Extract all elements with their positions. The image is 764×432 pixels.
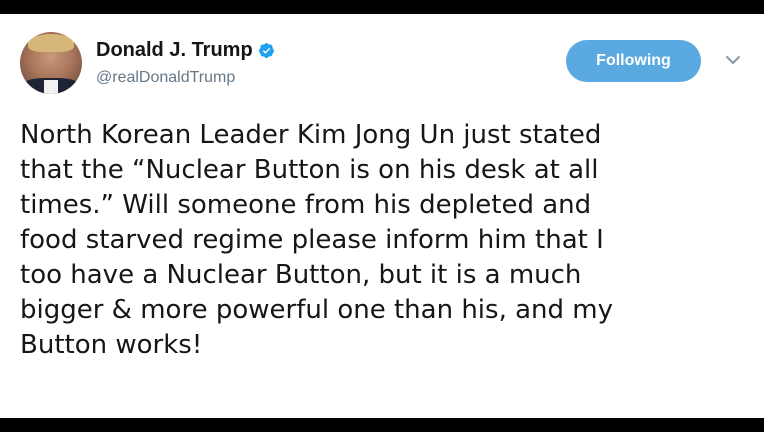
tweet-text-line: food starved regime please inform him th… [20,225,604,255]
author-display-name[interactable]: Donald J. Trump [96,38,253,62]
tweet-text-line: North Korean Leader Kim Jong Un just sta… [20,120,602,150]
verified-badge-icon [258,42,274,58]
avatar-shirt [44,80,58,94]
tweet-text-line: times.” Will someone from his depleted a… [20,190,592,220]
tweet-card: Donald J. Trump @realDonaldTrump Followi… [0,14,764,418]
author-name-row: Donald J. Trump [96,38,275,62]
tweet-text-line: Button works! [20,330,203,360]
tweet-text-line: too have a Nuclear Button, but it is a m… [20,260,582,290]
avatar[interactable] [20,32,82,94]
chevron-down-icon[interactable] [725,54,741,66]
author-handle[interactable]: @realDonaldTrump [96,68,235,88]
tweet-text-line: that the “Nuclear Button is on his desk … [20,155,599,185]
tweet-text: North Korean Leader Kim Jong Un just sta… [20,118,750,363]
following-button[interactable]: Following [566,40,701,82]
avatar-hair [28,34,74,52]
tweet-text-line: bigger & more powerful one than his, and… [20,295,613,325]
